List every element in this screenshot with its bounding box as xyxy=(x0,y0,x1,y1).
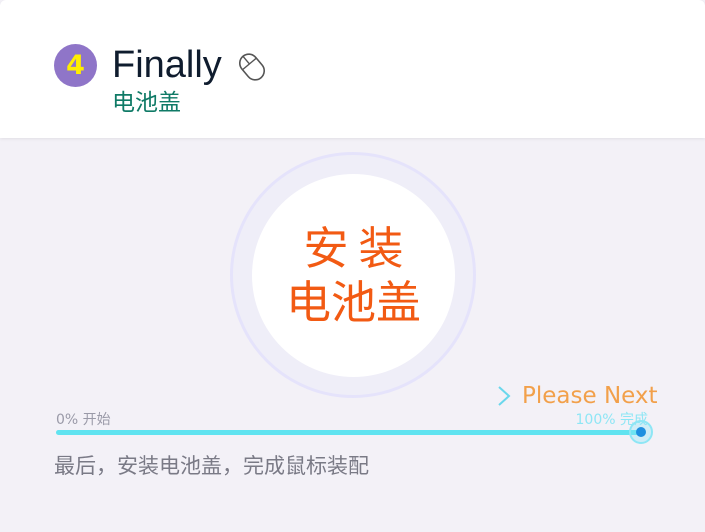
center-label-line1: 安装 xyxy=(303,221,414,275)
center-label-line2: 电池盖 xyxy=(285,275,421,329)
center-label: 安装 电池盖 xyxy=(252,174,455,377)
step-description: 最后，安装电池盖，完成鼠标装配 xyxy=(54,454,369,478)
next-button[interactable]: Please Next xyxy=(496,380,658,412)
step-badge: 4 xyxy=(54,44,97,87)
progress-handle-dot xyxy=(636,427,646,437)
progress-start-label: 0% 开始 xyxy=(56,412,111,428)
chevron-right-icon xyxy=(498,386,511,406)
mouse-icon xyxy=(238,53,266,81)
header-panel: 4 Finally 电池盖 xyxy=(0,0,705,138)
next-button-label: Please Next xyxy=(522,383,658,409)
page-subtitle: 电池盖 xyxy=(112,90,181,116)
page-title: Finally xyxy=(112,44,222,86)
progress-track[interactable] xyxy=(56,430,642,435)
progress-handle[interactable] xyxy=(629,420,653,444)
progress-fill xyxy=(56,430,642,435)
